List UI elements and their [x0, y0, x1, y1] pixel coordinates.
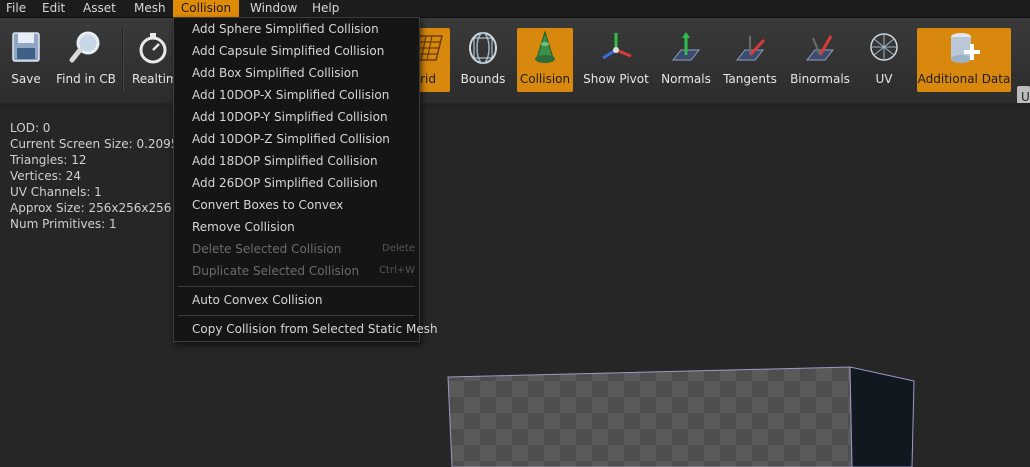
menu-delete-selected-collision-label: Delete Selected Collision [192, 242, 342, 256]
menu-separator [178, 315, 415, 316]
mesh-preview [447, 366, 915, 467]
show-pivot-button[interactable]: Show Pivot [583, 28, 649, 92]
menu-add-26dop-collision[interactable]: Add 26DOP Simplified Collision [192, 173, 415, 193]
stopwatch-icon [139, 33, 167, 64]
menu-separator [178, 286, 415, 287]
menu-add-10dop-y-collision[interactable]: Add 10DOP-Y Simplified Collision [192, 107, 415, 127]
menu-auto-convex-collision[interactable]: Auto Convex Collision [192, 290, 415, 310]
cube-front-face [447, 366, 853, 467]
viewport[interactable]: LOD: 0 Current Screen Size: 0.2095 Trian… [0, 109, 1030, 467]
menu-add-10dop-z-collision[interactable]: Add 10DOP-Z Simplified Collision [192, 129, 415, 149]
save-button[interactable]: Save [4, 28, 48, 92]
realtime-button[interactable]: Realtim [128, 28, 174, 92]
collision-button[interactable]: Collision [517, 28, 573, 92]
menu-asset[interactable]: Asset [79, 0, 120, 17]
magnifier-icon [69, 31, 100, 63]
bounds-label: Bounds [460, 72, 506, 86]
menu-window[interactable]: Window [246, 0, 301, 17]
save-label: Save [11, 72, 41, 86]
additional-data-label: Additional Data [917, 72, 1011, 86]
find-in-cb-label: Find in CB [56, 72, 116, 86]
menu-delete-shortcut: Delete [382, 243, 415, 254]
binormals-button[interactable]: Binormals [789, 28, 851, 92]
tangents-icon [735, 36, 766, 61]
normals-icon [671, 32, 701, 61]
additional-data-button[interactable]: Additional Data [917, 28, 1011, 92]
menu-collision[interactable]: Collision [173, 0, 239, 17]
binormals-icon [805, 35, 835, 61]
show-pivot-label: Show Pivot [583, 72, 649, 86]
menu-mesh[interactable]: Mesh [130, 0, 170, 17]
save-icon [12, 32, 40, 62]
tangents-label: Tangents [723, 72, 777, 86]
menu-bar: File Edit Asset Mesh Collision Window He… [0, 0, 1030, 17]
overflow-label: U [1021, 90, 1030, 104]
menu-duplicate-selected-collision[interactable]: Duplicate Selected Collision Ctrl+W [192, 261, 415, 281]
menu-add-box-collision[interactable]: Add Box Simplified Collision [192, 63, 415, 83]
bounds-button[interactable]: Bounds [457, 28, 509, 92]
menu-add-capsule-collision[interactable]: Add Capsule Simplified Collision [192, 41, 415, 61]
menu-remove-collision[interactable]: Remove Collision [192, 217, 415, 237]
uv-icon [870, 33, 898, 61]
menu-delete-selected-collision[interactable]: Delete Selected Collision Delete [192, 239, 415, 259]
additional-data-icon [951, 33, 980, 63]
pivot-icon [602, 33, 632, 60]
menu-file[interactable]: File [2, 0, 30, 17]
normals-button[interactable]: Normals [659, 28, 713, 92]
toolbar-separator [122, 28, 124, 92]
bounds-icon [469, 32, 497, 64]
toolbar: Save Find in CB Realtim Grid Bounds Coll… [0, 17, 1030, 108]
collision-label: Collision [519, 72, 571, 86]
uv-label: UV [875, 72, 893, 86]
menu-add-10dop-x-collision[interactable]: Add 10DOP-X Simplified Collision [192, 85, 415, 105]
collision-icon [535, 30, 555, 63]
collision-menu-dropdown: Add Sphere Simplified Collision Add Caps… [173, 17, 438, 342]
uv-button[interactable]: UV [861, 28, 907, 92]
find-in-cb-button[interactable]: Find in CB [55, 28, 117, 92]
tangents-button[interactable]: Tangents [721, 28, 779, 92]
menu-duplicate-shortcut: Ctrl+W [378, 265, 415, 276]
menu-add-sphere-collision[interactable]: Add Sphere Simplified Collision [192, 19, 415, 39]
binormals-label: Binormals [790, 72, 850, 86]
realtime-label: Realtim [132, 72, 174, 86]
menu-help[interactable]: Help [308, 0, 343, 17]
cube-side-face [849, 366, 915, 467]
menu-edit[interactable]: Edit [38, 0, 69, 17]
menu-convert-boxes-to-convex[interactable]: Convert Boxes to Convex [192, 195, 415, 215]
menu-duplicate-selected-collision-label: Duplicate Selected Collision [192, 264, 360, 278]
normals-label: Normals [661, 72, 711, 86]
menu-add-18dop-collision[interactable]: Add 18DOP Simplified Collision [192, 151, 415, 171]
menu-copy-collision-from-selected[interactable]: Copy Collision from Selected Static Mesh [192, 319, 438, 339]
